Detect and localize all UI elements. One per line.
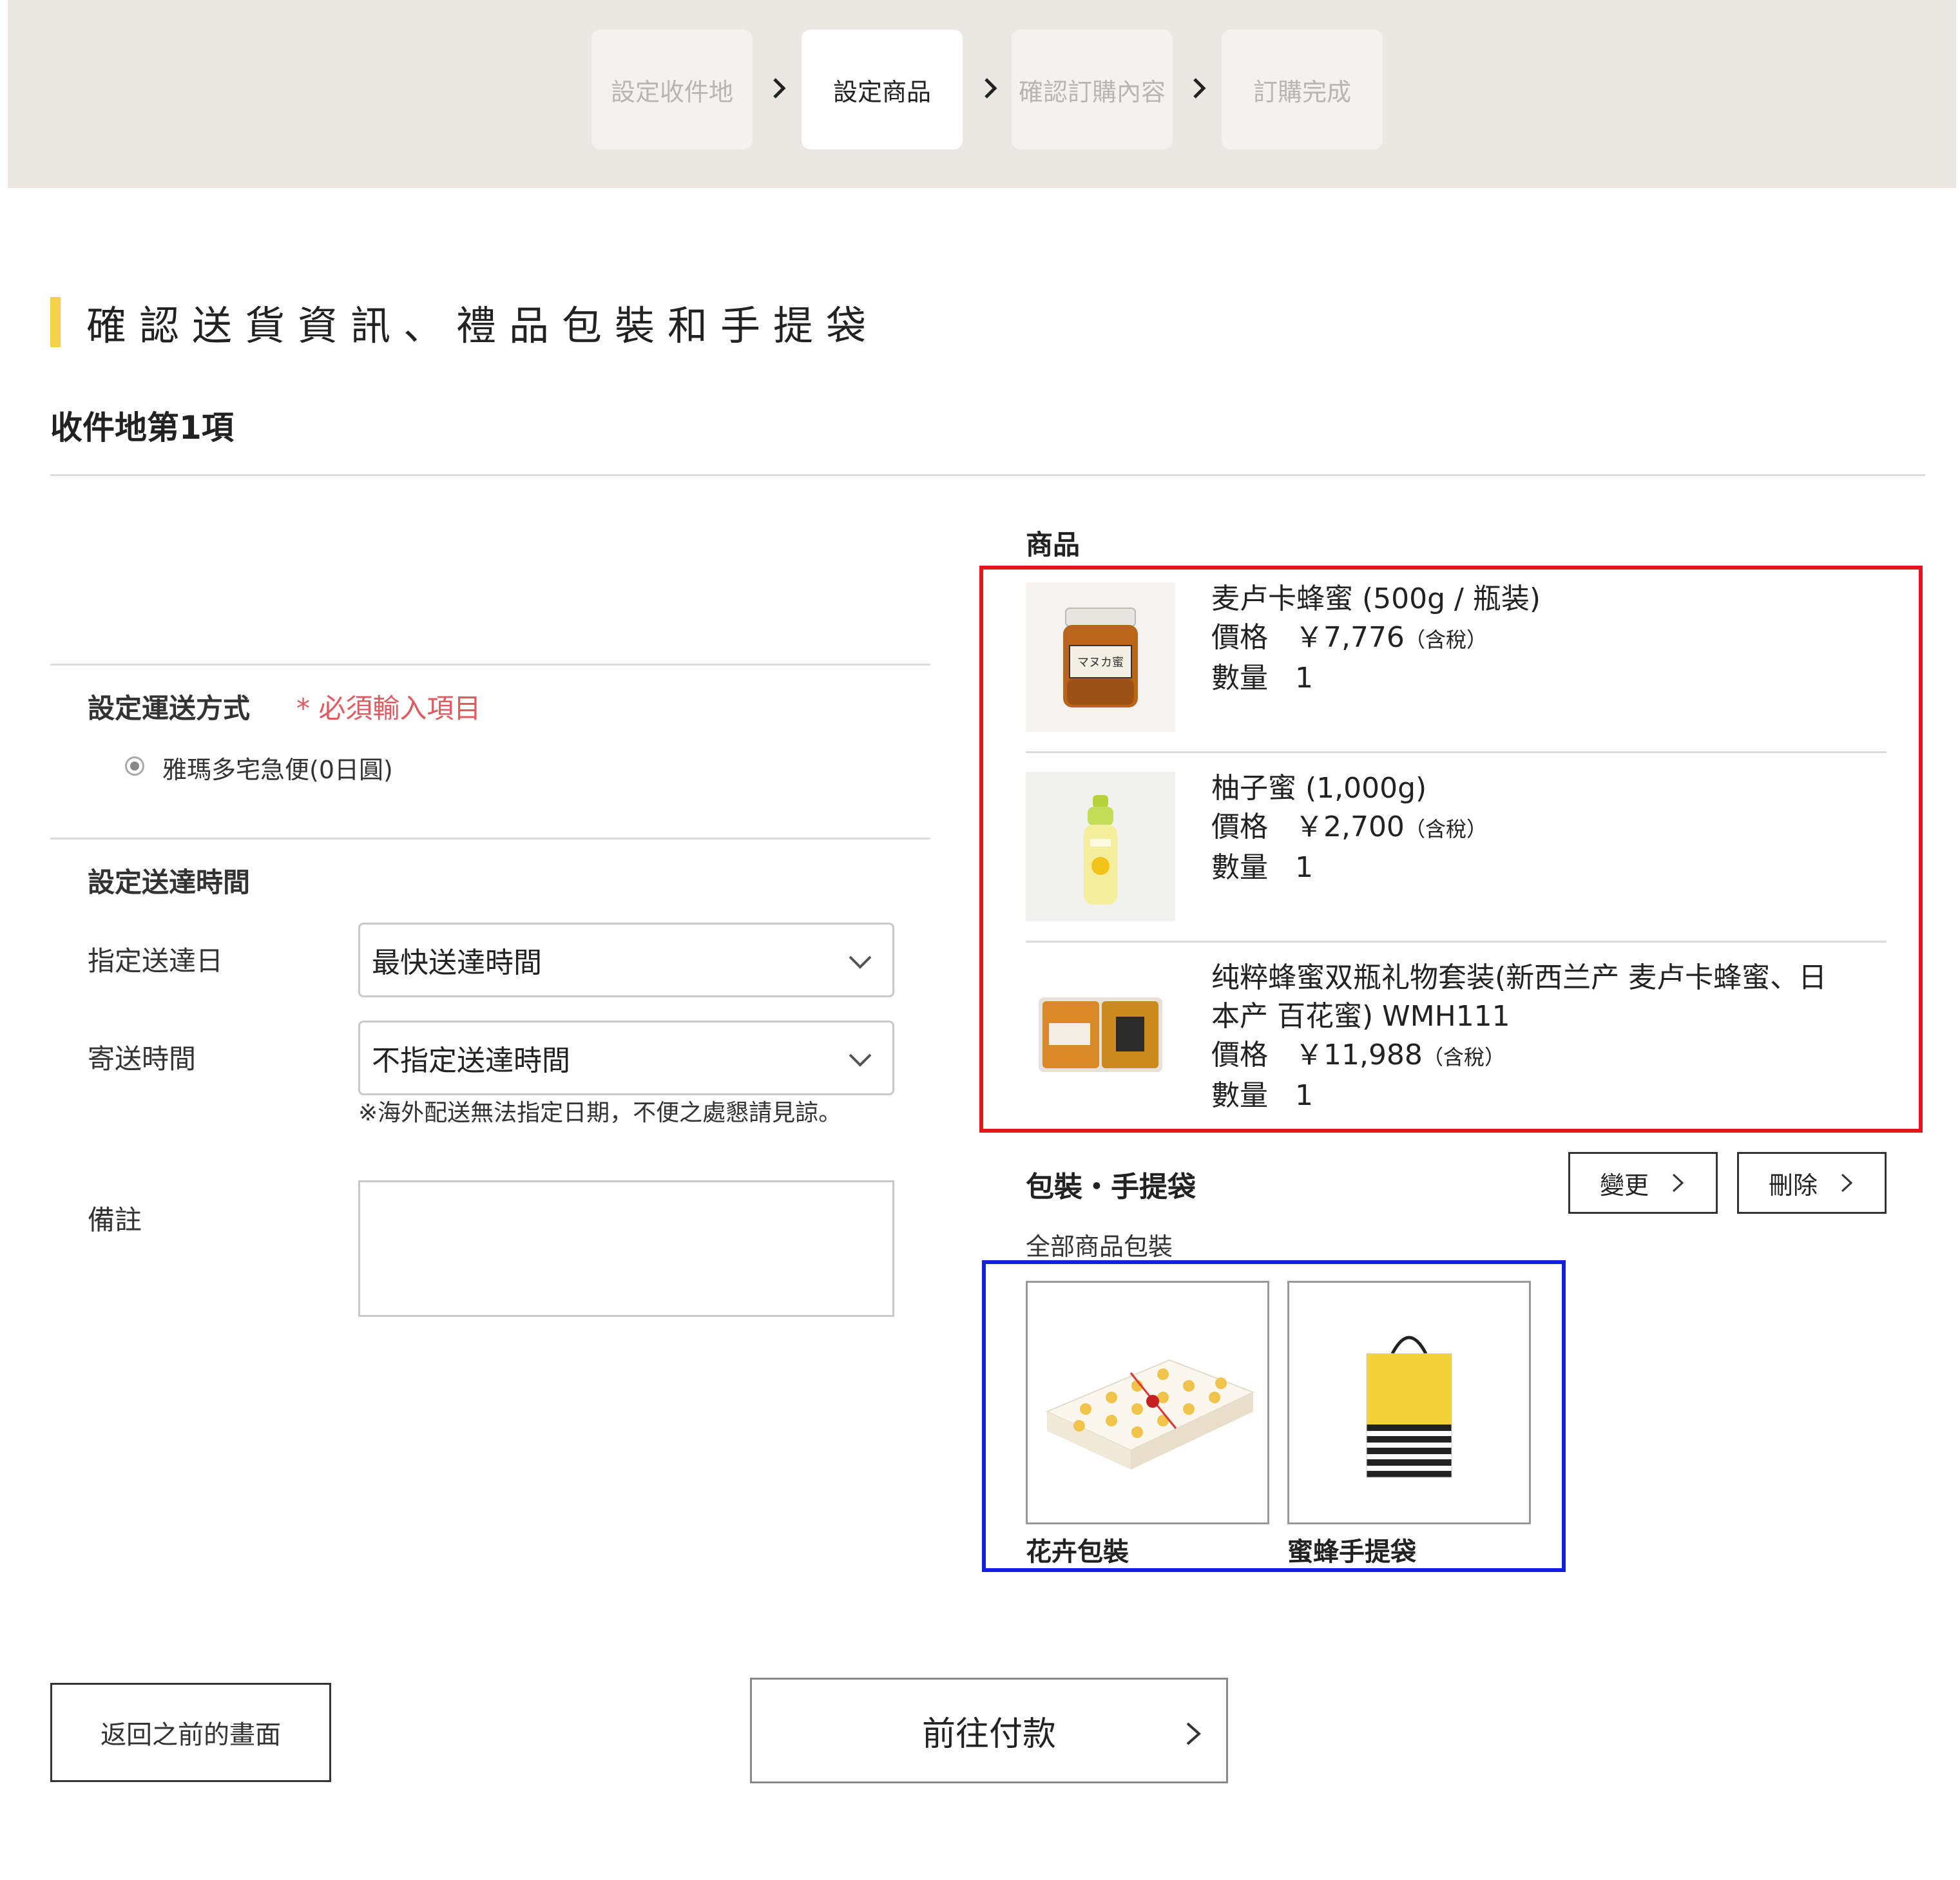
price-label: 價格: [1211, 621, 1268, 654]
step-set-products: 設定商品: [802, 30, 963, 149]
bee-bag-label: 蜜蜂手提袋: [1287, 1537, 1416, 1567]
overseas-delivery-note: ※海外配送無法指定日期，不便之處懇請見諒。: [358, 1100, 842, 1126]
step-label: 訂購完成: [1253, 77, 1351, 106]
divider: [50, 664, 930, 666]
product-info: 麦卢卡蜂蜜 (500g / 瓶装) 價格 ￥7,776（含稅） 數量 1: [1211, 580, 1541, 698]
tax-note: （含稅）: [1404, 628, 1487, 652]
shipping-option-radio[interactable]: [125, 756, 144, 776]
product-name-line-2: 本产 百花蜜) WMH111: [1211, 1000, 1510, 1033]
chevron-right-icon: [1841, 1173, 1853, 1193]
floral-wrapping-label: 花卉包裝: [1026, 1537, 1129, 1567]
chevron-right-icon: [1187, 72, 1213, 104]
delivery-date-label: 指定送達日: [88, 945, 224, 977]
change-wrapping-button[interactable]: 變更: [1568, 1152, 1718, 1214]
chevron-down-icon: [849, 955, 872, 969]
radio-selected-dot: [130, 762, 139, 771]
qty-value: 1: [1294, 662, 1313, 695]
floral-wrapping-option[interactable]: [1026, 1281, 1269, 1524]
delete-label: 刪除: [1768, 1171, 1818, 1200]
step-label: 確認訂購內容: [1018, 77, 1166, 106]
qty-value: 1: [1294, 851, 1313, 884]
price-label: 價格: [1211, 1039, 1268, 1071]
remarks-textarea[interactable]: [358, 1180, 894, 1317]
qty-label: 數量: [1211, 662, 1268, 695]
delivery-date-select[interactable]: 最快送達時間: [358, 923, 894, 997]
delete-wrapping-button[interactable]: 刪除: [1737, 1152, 1887, 1214]
product-info: 纯粹蜂蜜双瓶礼物套装(新西兰产 麦卢卡蜂蜜、日 本产 百花蜜) WMH111 價…: [1211, 959, 1827, 1115]
step-set-destination: 設定收件地: [591, 30, 753, 149]
shipping-option-label[interactable]: 雅瑪多宅急便(0日圓): [162, 750, 393, 785]
tax-note: （含稅）: [1422, 1045, 1505, 1069]
delivery-time-label: 寄送時間: [88, 1043, 197, 1075]
product-info: 柚子蜜 (1,000g) 價格 ￥2,700（含稅） 數量 1: [1211, 769, 1487, 887]
chevron-right-icon: [1186, 1722, 1202, 1745]
step-confirm-order: 確認訂購內容: [1012, 30, 1173, 149]
price-value: ￥2,700: [1294, 811, 1405, 843]
products-title: 商品: [1026, 529, 1081, 561]
product-name-line-1: 纯粹蜂蜜双瓶礼物套装(新西兰产 麦卢卡蜂蜜、日: [1211, 961, 1827, 994]
delivery-time-value: 不指定送達時間: [372, 1044, 570, 1077]
chevron-right-icon: [767, 72, 793, 104]
chevron-right-icon: [1672, 1173, 1684, 1193]
product-name: 麦卢卡蜂蜜 (500g / 瓶装): [1211, 582, 1541, 615]
divider: [1026, 751, 1887, 753]
step-label: 設定商品: [832, 77, 931, 106]
price-value: ￥11,988: [1294, 1039, 1423, 1071]
pay-button-label: 前往付款: [921, 1714, 1056, 1754]
yuzu-honey-bottle-image: [1026, 772, 1175, 921]
delivery-time-select[interactable]: 不指定送達時間: [358, 1021, 894, 1095]
product-qty-row: 數量 1: [1211, 849, 1487, 887]
product-price-row: 價格 ￥7,776（含稅）: [1211, 619, 1541, 659]
price-label: 價格: [1211, 811, 1268, 843]
price-value: ￥7,776: [1294, 621, 1405, 654]
change-label: 變更: [1599, 1171, 1649, 1200]
qty-value: 1: [1294, 1079, 1313, 1112]
honey-gift-set-image: [1026, 963, 1175, 1112]
qty-label: 數量: [1211, 851, 1268, 884]
page-title: 確認送貨資訊、禮品包裝和手提袋: [50, 296, 879, 349]
required-field-label: * 必須輸入項目: [296, 693, 481, 724]
manuka-honey-jar-image: マヌカ蜜: [1026, 582, 1175, 732]
step-order-complete: 訂購完成: [1222, 30, 1383, 149]
product-qty-row: 數量 1: [1211, 1077, 1827, 1115]
step-label: 設定收件地: [610, 77, 733, 106]
delivery-date-value: 最快送達時間: [372, 946, 542, 979]
chevron-right-icon: [978, 72, 1004, 104]
product-price-row: 價格 ￥2,700（含稅）: [1211, 808, 1487, 849]
qty-label: 數量: [1211, 1079, 1268, 1112]
divider: [50, 474, 1925, 476]
wrapping-subtitle: 全部商品包裝: [1026, 1233, 1173, 1261]
gift-box-image: [1045, 1359, 1255, 1470]
page-title-text: 確認送貨資訊、禮品包裝和手提袋: [86, 302, 879, 349]
jar-label-text: マヌカ蜜: [1077, 656, 1124, 669]
shopping-bag-image: [1366, 1336, 1452, 1478]
tax-note: （含稅）: [1404, 817, 1487, 841]
shipping-method-label: 設定運送方式: [88, 693, 251, 724]
back-button[interactable]: 返回之前的畫面: [50, 1683, 331, 1782]
back-button-label: 返回之前的畫面: [101, 1720, 281, 1750]
product-price-row: 價格 ￥11,988（含稅）: [1211, 1036, 1827, 1077]
proceed-to-payment-button[interactable]: 前往付款: [750, 1678, 1228, 1783]
title-accent-bar: [50, 297, 61, 347]
divider: [1026, 941, 1887, 943]
delivery-time-section-label: 設定送達時間: [88, 867, 251, 898]
destination-title: 收件地第1項: [50, 409, 234, 446]
chevron-down-icon: [849, 1053, 872, 1067]
remarks-label: 備註: [88, 1204, 142, 1236]
product-name: 柚子蜜 (1,000g): [1211, 772, 1427, 805]
wrapping-title: 包裝・手提袋: [1026, 1171, 1196, 1204]
bee-shopping-bag-option[interactable]: [1287, 1281, 1531, 1524]
divider: [50, 838, 930, 839]
product-qty-row: 數量 1: [1211, 659, 1541, 698]
